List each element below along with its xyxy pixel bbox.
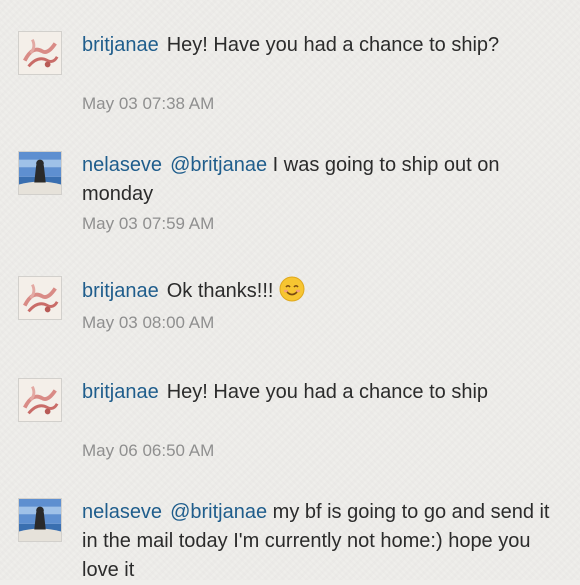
smiling-face-icon [279,276,305,302]
comment-timestamp: May 03 07:59 AM [82,214,215,233]
shoes-avatar-icon [19,32,61,74]
comment-text: Hey! Have you had a chance to ship [166,381,489,403]
comment-text: Ok thanks!!! [166,280,274,302]
comment-mention[interactable]: @britjanae [170,154,267,176]
comment-timestamp: May 03 08:00 AM [82,313,215,332]
comment-body: britjanae Hey! Have you had a chance to s… [82,378,550,407]
comment-username[interactable]: britjanae [82,381,159,403]
comment-body: britjanae Hey! Have you had a chance to s… [82,31,550,60]
avatar-britjanae[interactable] [18,378,62,422]
comment-username[interactable]: nelaseve [82,501,162,523]
avatar-britjanae[interactable] [18,31,62,75]
avatar-britjanae[interactable] [18,276,62,320]
comment-timestamp: May 06 06:50 AM [82,441,215,460]
beach-avatar-icon [19,152,61,194]
comment-username[interactable]: britjanae [82,280,159,302]
avatar-nelaseve[interactable] [18,498,62,542]
comment-timestamp: May 03 07:38 AM [82,94,215,113]
comment-body: britjanae Ok thanks!!! [82,276,550,306]
shoes-avatar-icon [19,277,61,319]
comment-body: nelaseve @britjanae I was going to ship o… [82,151,550,209]
comment-username[interactable]: nelaseve [82,154,162,176]
comment-username[interactable]: britjanae [82,34,159,56]
beach-avatar-icon [19,499,61,541]
comment-body: nelaseve @britjanae my bf is going to go … [82,498,556,585]
comment-text: Hey! Have you had a chance to ship? [166,34,500,56]
shoes-avatar-icon [19,379,61,421]
avatar-nelaseve[interactable] [18,151,62,195]
comment-mention[interactable]: @britjanae [170,501,267,523]
